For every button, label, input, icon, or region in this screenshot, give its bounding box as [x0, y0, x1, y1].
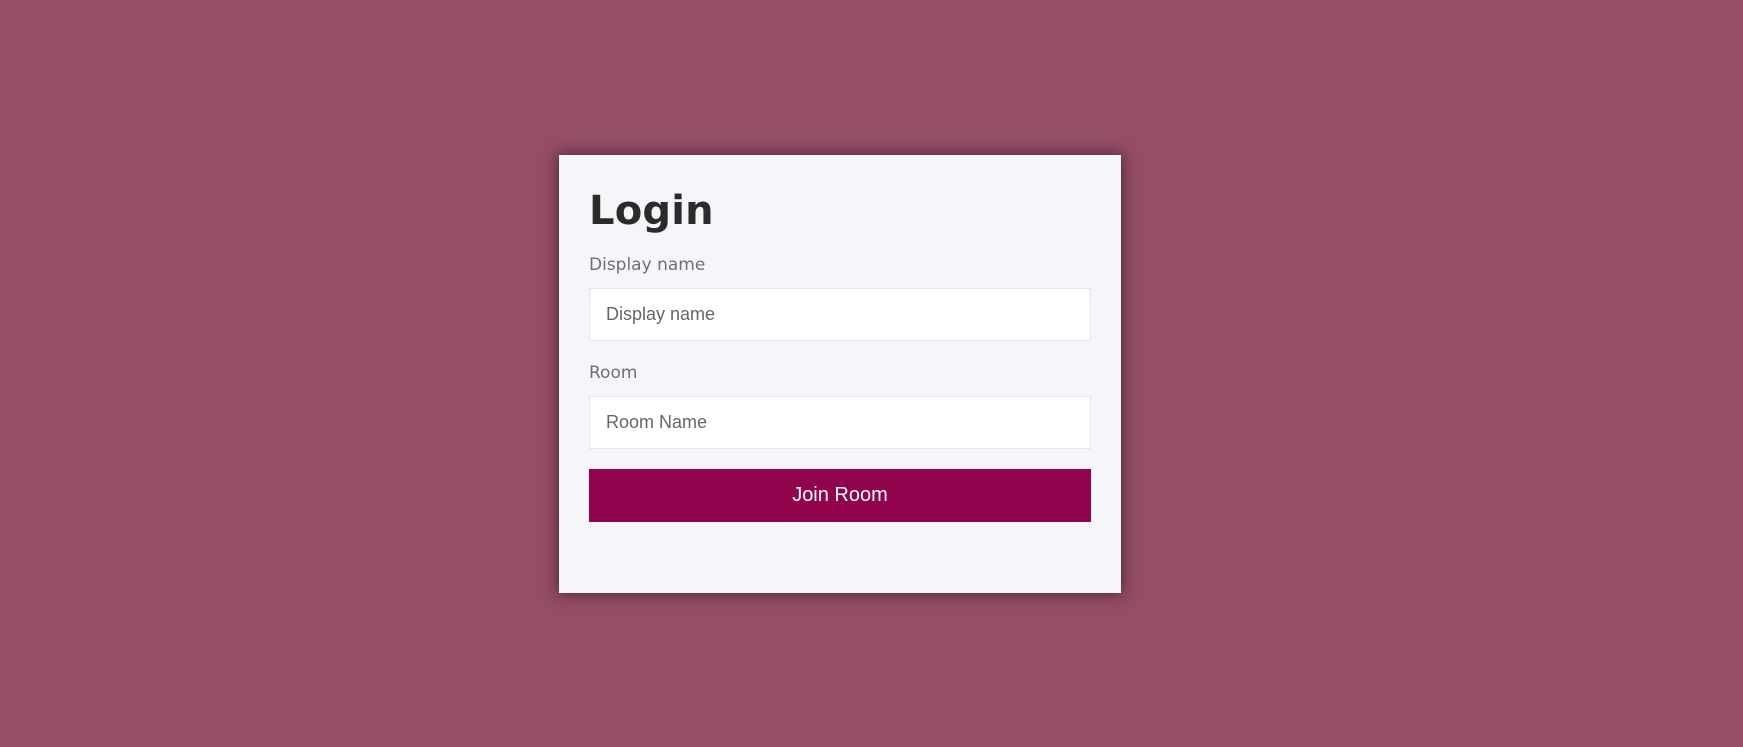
join-room-button[interactable]: Join Room: [589, 469, 1091, 522]
room-label: Room: [589, 363, 638, 383]
room-name-input[interactable]: [589, 396, 1091, 449]
login-card: Login Display name Room Join Room: [559, 155, 1121, 593]
display-name-label: Display name: [589, 255, 706, 275]
page-title: Login: [589, 188, 714, 234]
display-name-input[interactable]: [589, 288, 1091, 341]
